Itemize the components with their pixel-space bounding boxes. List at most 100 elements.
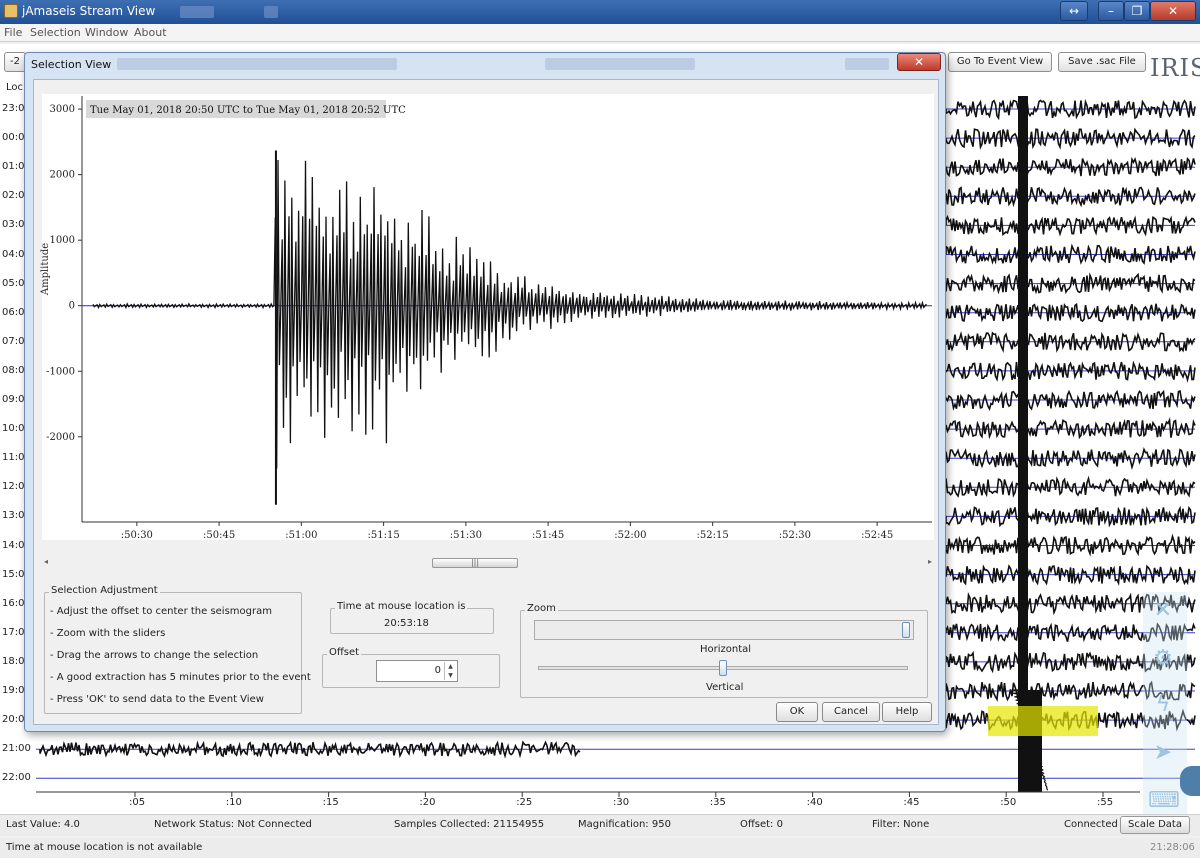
zoom-title: Zoom [525, 603, 558, 614]
settings-gear-icon[interactable]: ⚙ [1148, 644, 1178, 674]
instruction-item: - Zoom with the sliders [50, 628, 166, 639]
selection-view-dialog: Selection View ✕ 3000 2000 1000 0 -1000 -2000… [24, 52, 946, 732]
seismogram-plot[interactable]: 3000 2000 1000 0 -1000 -2000 Amplitude:50:30:5… [34, 80, 940, 550]
status-filter: Filter: None [872, 819, 930, 830]
app-icon [4, 4, 18, 18]
window-title: jAmaseis Stream View [22, 4, 156, 18]
time-at-mouse-value: 20:53:18 [384, 618, 429, 629]
blurred-region [117, 58, 397, 70]
blurred-region [180, 6, 214, 18]
plot-x-tick-label: :51:15 [368, 530, 400, 541]
stream-row-label: 22:00 [2, 772, 31, 784]
keyboard-icon[interactable]: ⌨ [1148, 786, 1180, 816]
blurred-region [545, 58, 695, 70]
stream-x-tick-label: :05 [129, 797, 146, 808]
location-label: Loc [6, 82, 24, 93]
plot-x-tick-label: :51:00 [285, 530, 317, 541]
plot-x-tick-label: :51:45 [532, 530, 564, 541]
side-panel-tab[interactable] [1180, 766, 1200, 796]
selection-highlight[interactable] [988, 706, 1098, 736]
horizontal-zoom-slider[interactable] [534, 620, 914, 640]
vertical-zoom-thumb[interactable] [719, 660, 727, 676]
help-button[interactable]: Help [882, 702, 932, 722]
window-resize-button[interactable]: ↔ [1060, 1, 1088, 21]
iris-logo: IRIS [1150, 54, 1200, 82]
offset-value[interactable]: 0 [435, 665, 441, 676]
stream-x-tick-label: :30 [613, 797, 630, 808]
scale-data-button[interactable]: Scale Data [1120, 816, 1190, 834]
save-sac-file-button[interactable]: Save .sac File [1058, 52, 1146, 72]
plot-y-tick-label: 2000 [50, 170, 75, 181]
stream-x-tick-label: :45 [903, 797, 920, 808]
stream-x-tick-label: :40 [806, 797, 823, 808]
stream-x-tick-label: :15 [322, 797, 339, 808]
stream-row-label: 21:00 [2, 743, 31, 755]
plot-x-tick-label: :50:45 [203, 530, 235, 541]
ok-button[interactable]: OK [776, 702, 818, 722]
menu-about[interactable]: About [134, 26, 167, 39]
stream-x-tick-label: :55 [1097, 797, 1114, 808]
go-to-event-view-button[interactable]: Go To Event View [948, 52, 1052, 72]
status-offset: Offset: 0 [740, 819, 783, 830]
window-close-button[interactable]: ✕ [1150, 1, 1196, 21]
close-tool-icon[interactable]: ✕ [1148, 596, 1178, 626]
dialog-close-button[interactable]: ✕ [897, 53, 941, 71]
window-minimize-button[interactable]: – [1098, 1, 1124, 21]
stream-x-tick-label: :25 [516, 797, 533, 808]
plot-y-tick-label: 3000 [50, 104, 75, 115]
stream-x-tick-label: :20 [419, 797, 436, 808]
vertical-label: Vertical [706, 682, 744, 693]
plot-y-tick-label: -2000 [46, 432, 75, 443]
status-magnification: Magnification: 950 [578, 819, 671, 830]
offset-title: Offset [327, 647, 362, 658]
instruction-item: - Adjust the offset to center the seismo… [50, 606, 272, 617]
menu-window[interactable]: Window [85, 26, 128, 39]
plot-horizontal-scrollbar[interactable]: ◂ ||| ▸ [42, 556, 934, 570]
selection-adjustment-title: Selection Adjustment [49, 585, 160, 596]
plot-x-tick-label: :50:30 [121, 530, 153, 541]
pointer-cursor-icon[interactable]: ➤ [1148, 738, 1178, 768]
stream-x-tick-label: :10 [225, 797, 242, 808]
horizontal-label: Horizontal [700, 644, 752, 655]
plot-x-tick-label: :51:30 [450, 530, 482, 541]
plot-y-tick-label: 1000 [50, 235, 75, 246]
scroll-thumb[interactable]: ||| [432, 558, 518, 568]
instruction-item: - Press 'OK' to send data to the Event V… [50, 694, 264, 705]
status-bar: Last Value: 4.0 Network Status: Not Conn… [0, 814, 1200, 836]
dialog-title: Selection View [31, 58, 112, 71]
plot-x-tick-label: :52:15 [697, 530, 729, 541]
menu-bar: File Selection Window About [0, 24, 1200, 42]
spinner-arrows-icon[interactable]: ▲ ▼ [444, 662, 456, 680]
time-at-mouse-title: Time at mouse location is [335, 601, 468, 612]
status-samples: Samples Collected: 21154955 [394, 819, 545, 830]
plot-waveform [92, 159, 927, 469]
instruction-item: - Drag the arrows to change the selectio… [50, 650, 259, 661]
stream-x-tick-label: :50 [1000, 797, 1017, 808]
instruction-item: - A good extraction has 5 minutes prior … [50, 672, 311, 683]
status-network: Network Status: Not Connected [154, 819, 312, 830]
status-message-bar: Time at mouse location is not available … [0, 838, 1200, 858]
cancel-button[interactable]: Cancel [822, 702, 880, 722]
dialog-body: 3000 2000 1000 0 -1000 -2000 Amplitude:50:30:5… [33, 79, 939, 725]
status-last-value: Last Value: 4.0 [6, 819, 80, 830]
window-titlebar: jAmaseis Stream View ↔ – ❐ ✕ [0, 0, 1200, 24]
scroll-right-arrow-icon[interactable]: ▸ [928, 557, 932, 566]
window-maximize-button[interactable]: ❐ [1124, 1, 1150, 21]
status-connected: Connected [1064, 819, 1118, 830]
stream-x-tick-label: :35 [709, 797, 726, 808]
plot-y-tick-label: 0 [69, 301, 75, 312]
offset-spinner[interactable]: 0 ▲ ▼ [376, 660, 458, 682]
menu-selection[interactable]: Selection [30, 26, 81, 39]
horizontal-zoom-thumb[interactable] [902, 622, 910, 638]
scroll-left-arrow-icon[interactable]: ◂ [44, 557, 48, 566]
plot-x-tick-label: :52:00 [614, 530, 646, 541]
status-clock: 21:28:06 [1150, 842, 1195, 853]
blurred-region [845, 58, 889, 70]
menu-file[interactable]: File [4, 26, 22, 39]
plot-x-tick-label: :52:45 [861, 530, 893, 541]
plot-title: Tue May 01, 2018 20:50 UTC to Tue May 01… [90, 105, 406, 116]
lightning-icon[interactable]: ϟ [1148, 690, 1178, 720]
status-time-message: Time at mouse location is not available [6, 842, 203, 853]
blurred-region [264, 6, 278, 18]
nav-back-button[interactable]: -2 [4, 52, 26, 72]
